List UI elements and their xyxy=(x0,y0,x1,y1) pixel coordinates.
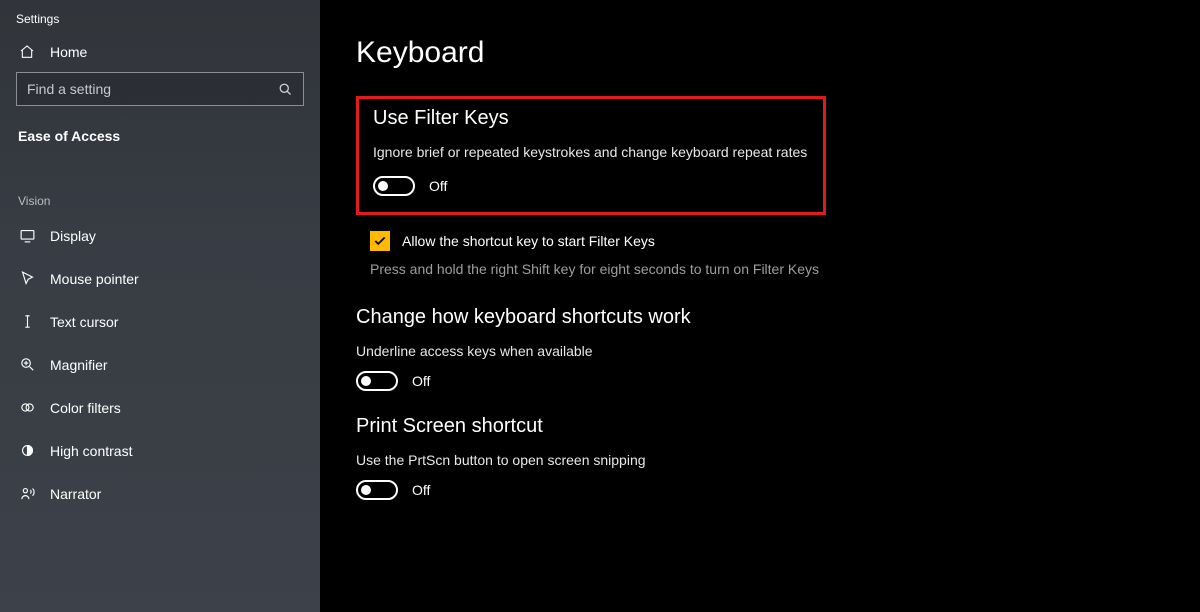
text-cursor-icon xyxy=(18,313,36,330)
high-contrast-icon xyxy=(18,442,36,459)
prtscn-heading: Print Screen shortcut xyxy=(356,415,1164,438)
sidebar-item-narrator[interactable]: Narrator xyxy=(0,472,320,515)
prtscn-desc: Use the PrtScn button to open screen sni… xyxy=(356,452,1164,468)
display-icon xyxy=(18,227,36,244)
filter-keys-hint: Press and hold the right Shift key for e… xyxy=(370,259,830,279)
filter-keys-section-highlight: Use Filter Keys Ignore brief or repeated… xyxy=(356,96,826,215)
home-icon xyxy=(18,44,36,60)
app-title: Settings xyxy=(0,0,320,32)
sidebar-item-label: Display xyxy=(50,228,96,244)
underline-access-keys-toggle[interactable] xyxy=(356,371,398,391)
sidebar-item-display[interactable]: Display xyxy=(0,214,320,257)
filter-keys-checkbox-label: Allow the shortcut key to start Filter K… xyxy=(402,233,655,249)
prtscn-toggle[interactable] xyxy=(356,480,398,500)
search-icon xyxy=(278,82,293,97)
page-title: Keyboard xyxy=(356,36,1164,70)
filter-keys-shortcut-checkbox[interactable] xyxy=(370,231,390,251)
sidebar-item-label: Mouse pointer xyxy=(50,271,139,287)
sidebar-item-label: Text cursor xyxy=(50,314,118,330)
cursor-icon xyxy=(18,270,36,287)
search-box[interactable] xyxy=(16,72,304,106)
prtscn-section: Print Screen shortcut Use the PrtScn but… xyxy=(356,415,1164,500)
search-input[interactable] xyxy=(27,81,278,97)
color-filters-icon xyxy=(18,399,36,416)
prtscn-state: Off xyxy=(412,482,430,498)
category-label: Ease of Access xyxy=(0,120,320,154)
filter-keys-heading: Use Filter Keys xyxy=(373,107,809,130)
shortcuts-section: Change how keyboard shortcuts work Under… xyxy=(356,306,1164,391)
underline-access-keys-state: Off xyxy=(412,373,430,389)
sidebar-item-label: High contrast xyxy=(50,443,132,459)
filter-keys-toggle-state: Off xyxy=(429,178,447,194)
sidebar-item-high-contrast[interactable]: High contrast xyxy=(0,429,320,472)
sidebar-item-text-cursor[interactable]: Text cursor xyxy=(0,300,320,343)
filter-keys-toggle[interactable] xyxy=(373,176,415,196)
sidebar-item-label: Magnifier xyxy=(50,357,108,373)
sidebar-item-label: Color filters xyxy=(50,400,121,416)
filter-keys-desc: Ignore brief or repeated keystrokes and … xyxy=(373,142,809,162)
sidebar-item-label: Narrator xyxy=(50,486,101,502)
sidebar-item-magnifier[interactable]: Magnifier xyxy=(0,343,320,386)
main-content: Keyboard Use Filter Keys Ignore brief or… xyxy=(320,0,1200,612)
shortcuts-desc: Underline access keys when available xyxy=(356,343,1164,359)
sidebar-item-color-filters[interactable]: Color filters xyxy=(0,386,320,429)
sidebar-item-mouse-pointer[interactable]: Mouse pointer xyxy=(0,257,320,300)
magnifier-icon xyxy=(18,356,36,373)
section-vision: Vision xyxy=(0,154,320,214)
sidebar: Settings Home Ease of Access Vision xyxy=(0,0,320,612)
shortcuts-heading: Change how keyboard shortcuts work xyxy=(356,306,1164,329)
home-label: Home xyxy=(50,44,87,60)
sidebar-home[interactable]: Home xyxy=(0,32,320,72)
narrator-icon xyxy=(18,485,36,502)
